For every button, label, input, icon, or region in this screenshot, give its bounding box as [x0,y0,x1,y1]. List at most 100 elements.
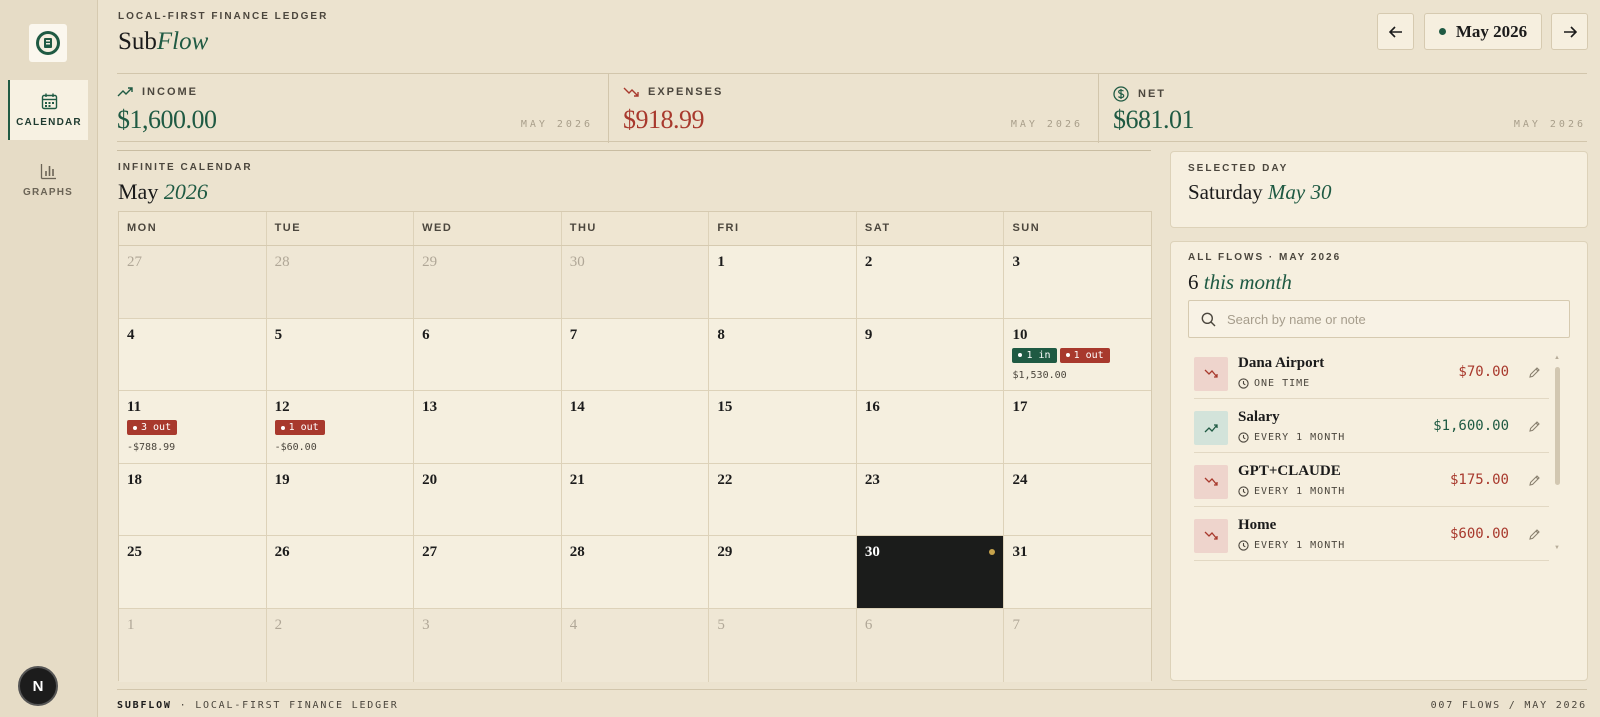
calendar-day[interactable]: 16 [856,391,1005,463]
calendar-day[interactable]: 3 [1004,246,1152,318]
flow-direction-badge [1194,465,1228,499]
calendar-day[interactable]: 4 [561,608,710,682]
calendar-day[interactable]: 1 [119,608,267,682]
day-number: 7 [1012,616,1020,633]
calendar-day[interactable]: 28 [561,536,710,608]
calendar-day[interactable]: 10 1 in 1 out $1,530.00 [1004,318,1152,391]
calendar-day[interactable]: 15 [709,391,857,463]
day-number: 31 [1012,544,1028,561]
calendar-week-row: 25 26 27 28 29 30 31 [119,536,1152,609]
calendar-day[interactable]: 18 [119,463,267,536]
flows-search-input[interactable] [1227,311,1377,327]
income-count-badge: 1 in [1012,347,1057,363]
day-number: 27 [127,254,142,270]
calendar-day[interactable]: 30 [561,246,710,318]
day-number: 14 [569,399,585,416]
calendar-day[interactable]: 9 [856,318,1005,391]
edit-flow-button[interactable] [1528,366,1541,384]
calendar-day[interactable]: 29 [709,536,857,608]
flows-search-box[interactable] [1188,300,1570,338]
current-month-button[interactable]: May 2026 [1424,13,1542,50]
trending-down-icon [623,87,639,97]
day-number: 9 [864,326,873,343]
flow-list-item[interactable]: Salary EVERY 1 MONTH $1,600.00 [1194,401,1549,453]
summary-strip: INCOME $1,600.00 MAY 2026 EXPENSES $918.… [117,73,1587,143]
calendar-top-rule [117,150,1151,151]
flow-list-item[interactable]: GPT+CLAUDE EVERY 1 MONTH $175.00 [1194,455,1549,507]
calendar-day[interactable]: 21 [561,463,710,536]
calendar-day[interactable]: 12 1 out -$60.00 [266,391,415,463]
calendar-day[interactable]: 7 [561,318,710,391]
calendar-day[interactable]: 14 [561,391,710,463]
calendar-week-row: 1 2 3 4 5 6 7 [119,608,1152,682]
all-flows-eyebrow: ALL FLOWS · MAY 2026 [1188,252,1342,263]
footer-brand: SUBFLOW [117,700,172,711]
flow-name: GPT+CLAUDE [1238,463,1341,479]
weekday-header: FRI [709,212,857,245]
calendar-day[interactable]: 24 [1004,463,1152,536]
calendar-day[interactable]: 5 [709,608,857,682]
clock-icon [1238,432,1249,443]
sidebar-item-calendar[interactable]: CALENDAR [8,80,88,140]
calendar-day[interactable]: 31 [1004,536,1152,608]
next-month-button[interactable] [1551,13,1588,50]
calendar-day[interactable]: 3 [414,608,562,682]
calendar-day[interactable]: 13 [414,391,562,463]
calendar-title: May 2026 [118,179,208,205]
user-avatar[interactable]: N [18,666,58,706]
weekday-header: SUN [1012,222,1041,234]
calendar-day[interactable]: 19 [266,463,415,536]
calendar-day[interactable]: 28 [266,246,415,318]
calendar-day[interactable]: 23 [856,463,1005,536]
expenses-period: MAY 2026 [1010,119,1083,130]
selected-day-title: Saturday May 30 [1188,180,1331,205]
calendar-day[interactable]: 2 [856,246,1005,318]
flow-direction-badge [1194,411,1228,445]
calendar-day[interactable]: 4 [119,318,267,391]
calendar-week-row: 18 19 20 21 22 23 24 [119,463,1152,537]
day-number: 20 [422,471,438,488]
calendar-day[interactable]: 8 [709,318,857,391]
calendar-day[interactable]: 7 [1004,608,1152,682]
day-number: 30 [569,254,585,270]
prev-month-button[interactable] [1377,13,1414,50]
edit-flow-button[interactable] [1528,528,1541,546]
calendar-day[interactable]: 17 [1004,391,1152,463]
edit-flow-button[interactable] [1528,420,1541,438]
calendar-day[interactable]: 11 3 out -$788.99 [119,391,267,463]
flow-list-item[interactable]: Home EVERY 1 MONTH $600.00 [1194,509,1549,561]
calendar-day[interactable]: 29 [414,246,562,318]
day-number: 28 [274,254,290,270]
sidebar-item-graphs[interactable]: GRAPHS [8,150,88,210]
app-logo[interactable] [29,24,67,62]
calendar-day[interactable]: 27 [414,536,562,608]
calendar-day[interactable]: 5 [266,318,415,391]
scroll-up-arrow-icon[interactable]: ▲ [1554,355,1560,361]
calendar-week-row: 11 3 out -$788.99 12 1 out -$60.00 13 14 15 16 17 [119,391,1152,464]
calendar-day[interactable]: 6 [414,318,562,391]
app-eyebrow: LOCAL-FIRST FINANCE LEDGER [118,11,329,22]
calendar-day[interactable]: 27 [119,246,267,318]
calendar-day[interactable]: 1 [709,246,857,318]
calendar-day[interactable]: 22 [709,463,857,536]
scrollbar-thumb[interactable] [1555,367,1560,485]
footer-flow-count: 007 FLOWS / MAY 2026 [1430,700,1587,711]
flow-list-scrollbar[interactable]: ▲ ▼ [1554,355,1560,551]
flow-list-item[interactable]: Dana Airport ONE TIME $70.00 [1194,347,1549,399]
weekday-header: TUE [267,212,415,245]
flows-count-number: 6 [1188,270,1199,294]
calendar-day[interactable]: 2 [266,608,415,682]
footer: SUBFLOW · LOCAL-FIRST FINANCE LEDGER 007… [117,689,1587,717]
summary-divider [608,74,609,143]
calendar-day-selected[interactable]: 30 [856,536,1005,608]
calendar-day[interactable]: 26 [266,536,415,608]
day-number: 5 [274,326,283,343]
calendar-day[interactable]: 20 [414,463,562,536]
pencil-edit-icon [1529,475,1540,486]
calendar-day[interactable]: 6 [856,608,1005,682]
edit-flow-button[interactable] [1528,474,1541,492]
scroll-down-arrow-icon[interactable]: ▼ [1554,545,1560,551]
calendar-day[interactable]: 25 [119,536,267,608]
flows-count-suffix: this month [1203,270,1292,294]
flow-amount: $1,600.00 [1433,418,1509,434]
